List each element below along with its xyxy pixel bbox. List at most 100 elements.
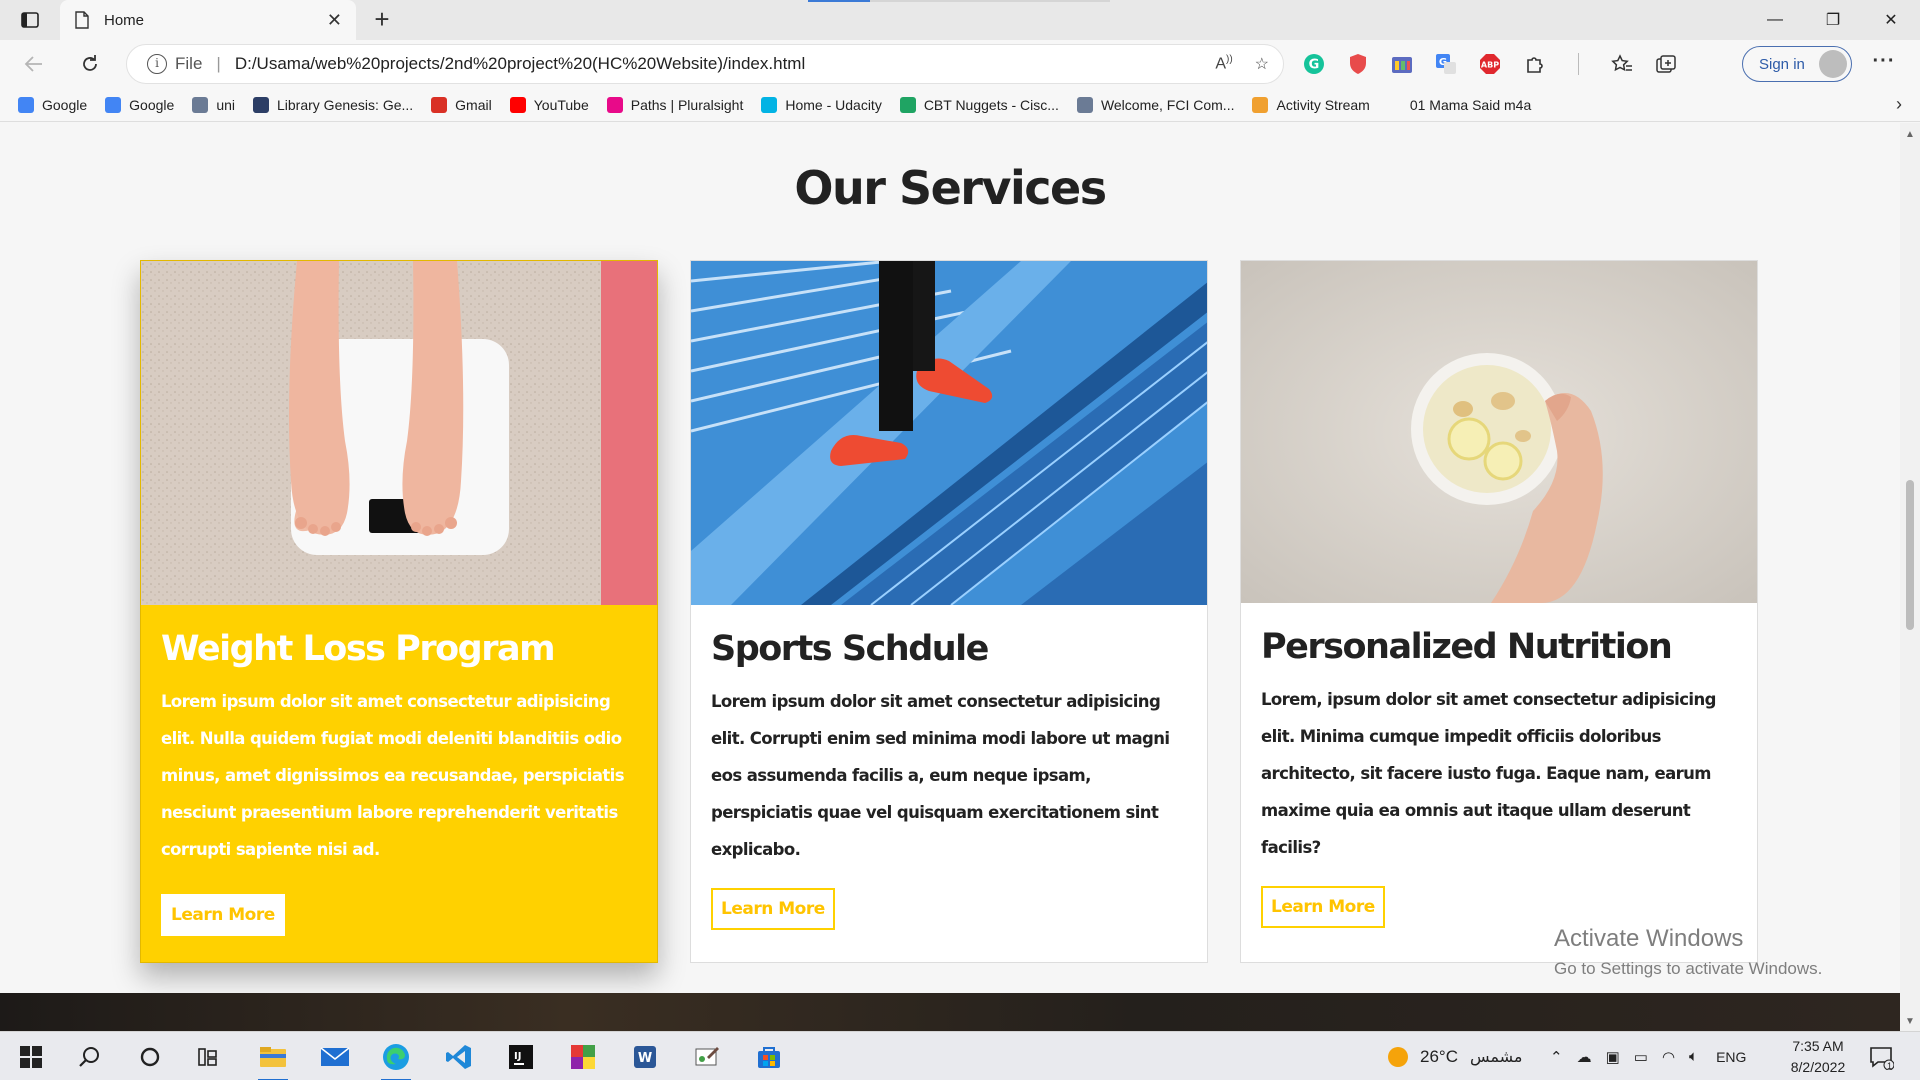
adblock-plus-icon[interactable]: ABP [1476, 50, 1504, 78]
scroll-down-icon[interactable]: ▼ [1905, 1016, 1915, 1027]
vertical-scrollbar[interactable]: ▲ ▼ [1900, 123, 1920, 1031]
battery-icon[interactable]: ▭ [1634, 1048, 1648, 1066]
show-hidden-icons-icon[interactable]: ⌃ [1550, 1048, 1563, 1066]
bookmark-item[interactable]: Activity Stream [1252, 96, 1370, 113]
bookmark-item[interactable]: Home - Udacity [761, 96, 882, 113]
learn-more-button[interactable]: Learn More [711, 888, 835, 930]
address-bar[interactable]: i File | D:/Usama/web%20projects/2nd%20p… [126, 44, 1284, 84]
bookmark-item[interactable]: Google [18, 96, 87, 113]
bookmark-item[interactable]: Library Genesis: Ge... [253, 96, 414, 113]
svg-text:G: G [1309, 58, 1320, 73]
word-icon[interactable]: W [628, 1040, 662, 1074]
loading-indicator [808, 0, 870, 2]
cloud-sync-icon[interactable]: ☁ [1577, 1048, 1592, 1066]
shield-extension-icon[interactable] [1344, 50, 1372, 78]
back-icon[interactable] [20, 50, 48, 78]
refresh-icon[interactable] [76, 50, 104, 78]
new-tab-icon[interactable]: + [368, 6, 396, 34]
grammarly-icon[interactable]: G [1300, 50, 1328, 78]
service-card-weight-loss: Weight Loss Program Lorem ipsum dolor si… [140, 260, 658, 963]
loading-track [870, 0, 1110, 2]
search-icon[interactable] [72, 1040, 106, 1074]
scrollbar-thumb[interactable] [1906, 480, 1914, 630]
paint-icon[interactable] [690, 1040, 724, 1074]
favorites-icon[interactable] [1608, 50, 1636, 78]
calendar-extension-icon[interactable] [1388, 50, 1416, 78]
card-text: Lorem ipsum dolor sit amet consectetur a… [711, 692, 1170, 859]
translate-icon[interactable]: G [1432, 50, 1460, 78]
taskbar: IJ W 26°C مشمس ⌃ ☁ ▣ ▭ ◠ 🔈︎ ENG 7:35 AM … [0, 1031, 1920, 1080]
tab-actions-icon[interactable] [14, 8, 46, 32]
weather-desc: مشمس [1469, 1047, 1523, 1066]
file-explorer-icon[interactable] [256, 1040, 290, 1080]
learn-more-button[interactable]: Learn More [1261, 886, 1385, 928]
google-icon [18, 96, 34, 113]
meet-icon[interactable]: ▣ [1606, 1048, 1620, 1066]
bookmarks-overflow-icon[interactable]: › [1896, 94, 1902, 115]
learn-more-button[interactable]: Learn More [161, 894, 285, 936]
bookmark-item[interactable]: 01 Mama Said m4a [1410, 97, 1531, 113]
card-title: Personalized Nutrition [1261, 627, 1673, 667]
intellij-icon[interactable]: IJ [504, 1040, 538, 1074]
colorful-app-icon[interactable] [566, 1040, 600, 1074]
url-text[interactable]: D:/Usama/web%20projects/2nd%20project%20… [235, 54, 1215, 74]
bookmark-item[interactable]: Gmail [431, 96, 492, 113]
bookmark-item[interactable]: Welcome, FCI Com... [1076, 96, 1235, 113]
bookmark-item[interactable]: CBT Nuggets - Cisc... [899, 96, 1059, 113]
restore-icon[interactable]: ❐ [1804, 0, 1862, 40]
edge-icon[interactable] [379, 1040, 413, 1080]
bookmark-item[interactable]: Google [105, 96, 174, 113]
activate-windows-watermark: Activate Windows Go to Settings to activ… [1554, 925, 1822, 979]
url-separator: | [216, 54, 221, 73]
extensions-icon[interactable] [1520, 50, 1548, 78]
collections-icon[interactable] [1652, 50, 1680, 78]
wifi-icon[interactable]: ◠ [1662, 1048, 1675, 1066]
next-section-preview [0, 993, 1900, 1031]
language-indicator[interactable]: ENG [1716, 1049, 1746, 1065]
youtube-icon [509, 96, 526, 113]
info-icon[interactable]: i [147, 54, 167, 74]
svg-text:IJ: IJ [514, 1051, 521, 1062]
running-stairs-svg [691, 261, 1207, 605]
task-view-icon[interactable] [193, 1040, 227, 1074]
service-card-sports-schedule: Sports Schdule Lorem ipsum dolor sit ame… [690, 260, 1208, 963]
bookmark-item[interactable]: YouTube [509, 96, 589, 113]
store-icon[interactable] [752, 1040, 786, 1074]
vscode-icon[interactable] [442, 1040, 476, 1074]
tab-close-icon[interactable]: ✕ [327, 10, 342, 31]
notification-count: 1 [1887, 1061, 1893, 1071]
card-title: Sports Schdule [711, 629, 989, 669]
clock[interactable]: 7:35 AM 8/2/2022 [1772, 1036, 1864, 1078]
sign-in-button[interactable]: Sign in [1742, 46, 1852, 82]
add-favorite-icon[interactable]: ☆ [1255, 54, 1269, 74]
bookmark-label: CBT Nuggets - Cisc... [923, 96, 1059, 113]
volume-icon[interactable]: 🔈︎ [1689, 1048, 1698, 1065]
close-window-icon[interactable]: ✕ [1862, 0, 1920, 40]
scroll-up-icon[interactable]: ▲ [1905, 129, 1915, 140]
sign-in-label: Sign in [1759, 55, 1805, 73]
bookmark-label: 01 Mama Said m4a [1409, 96, 1532, 113]
bookmark-item[interactable]: uni [192, 96, 235, 113]
udacity-icon [761, 96, 778, 113]
card-text: Lorem ipsum dolor sit amet consectetur a… [161, 692, 625, 859]
bookmark-label: Welcome, FCI Com... [1100, 96, 1235, 113]
read-aloud-icon[interactable]: A)) [1215, 54, 1232, 74]
notification-center-icon[interactable]: 1 [1864, 1040, 1898, 1074]
card-title: Weight Loss Program [161, 629, 556, 669]
minimize-icon[interactable]: — [1746, 0, 1804, 40]
bookmark-item[interactable]: Paths | Pluralsight [606, 96, 743, 113]
weather-widget[interactable]: 26°C مشمس [1388, 1032, 1522, 1080]
cortana-icon[interactable] [133, 1040, 167, 1074]
tab-title: Home [104, 11, 145, 29]
pluralsight-icon [606, 96, 623, 113]
google-icon [105, 96, 122, 113]
card-text: Lorem, ipsum dolor sit amet consectetur … [1261, 690, 1716, 857]
system-tray: ⌃ ☁ ▣ ▭ ◠ 🔈︎ ENG [1550, 1032, 1746, 1080]
more-options-icon[interactable]: ··· [1870, 50, 1898, 78]
section-title: Our Services [794, 161, 1107, 215]
mail-icon[interactable] [318, 1040, 352, 1074]
gmail-icon [431, 96, 448, 113]
windows-start-icon[interactable] [14, 1040, 48, 1074]
bookmark-label: Library Genesis: Ge... [277, 96, 414, 113]
tab-home[interactable]: Home ✕ [60, 0, 356, 40]
